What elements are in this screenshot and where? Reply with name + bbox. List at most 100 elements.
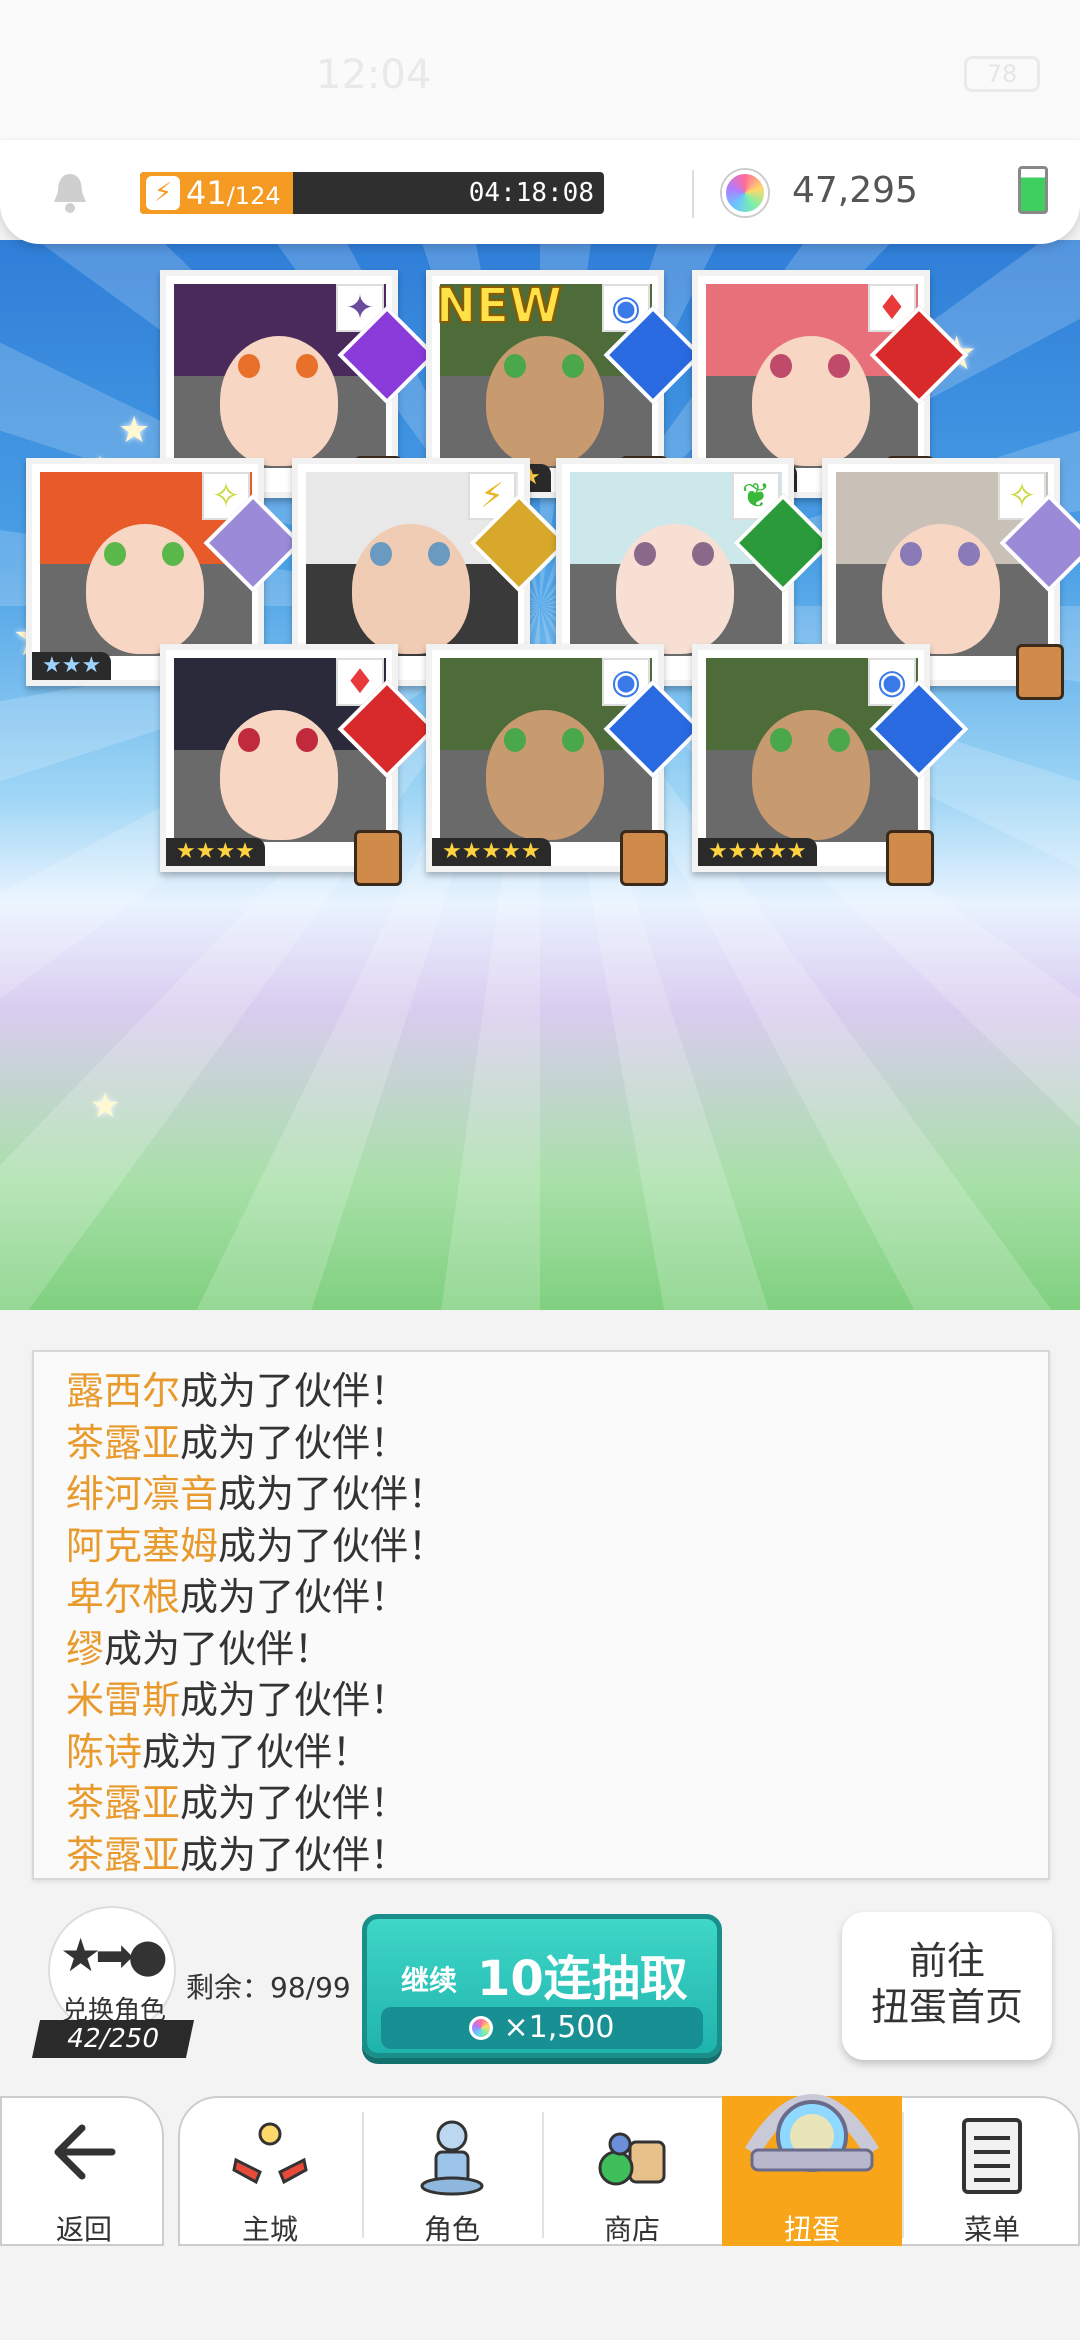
- character-name: 露西尔: [66, 1369, 181, 1413]
- character-name: 茶露亚: [66, 1832, 181, 1877]
- log-line: 露西尔成为了伙伴！: [66, 1366, 408, 1416]
- character-face: [486, 710, 604, 840]
- chibi-sprite-icon: [1016, 644, 1064, 700]
- character-name: 缪: [66, 1626, 105, 1671]
- character-eye: [562, 354, 584, 378]
- back-button[interactable]: 返回: [0, 2096, 164, 2246]
- character-card[interactable]: ♦★★★★: [160, 644, 437, 886]
- character-face: [220, 336, 338, 466]
- status-battery: 78: [964, 56, 1040, 92]
- battery-icon: [1018, 166, 1048, 214]
- character-face: [752, 710, 870, 840]
- star-icon: ★: [118, 410, 151, 451]
- tab-label: 扭蛋: [783, 2213, 840, 2246]
- go-home-line2: 扭蛋首页: [870, 1985, 1023, 2029]
- log-line: 缪成为了伙伴！: [66, 1624, 332, 1674]
- go-gacha-home-button[interactable]: 前往 扭蛋首页: [842, 1912, 1052, 2060]
- character-eye: [828, 354, 850, 378]
- rarity-stars: ★★★★★: [698, 838, 817, 866]
- exchange-character-button[interactable]: ★➡● 兑换角色: [48, 1906, 176, 2034]
- rarity-stars: ★★★★: [166, 838, 265, 866]
- tab-label: 角色: [423, 2213, 480, 2246]
- log-text: 成为了伙伴！: [104, 1626, 333, 1671]
- gem-icon: [722, 170, 768, 216]
- log-line: 茶露亚成为了伙伴！: [66, 1830, 408, 1879]
- continue-10-draw-button[interactable]: 继续 10连抽取 ×1,500: [362, 1914, 722, 2058]
- log-line: 陈诗成为了伙伴！: [66, 1727, 370, 1777]
- character-eye: [504, 728, 526, 752]
- log-text: 成为了伙伴！: [180, 1781, 409, 1825]
- log-text: 成为了伙伴！: [180, 1420, 409, 1465]
- character-face: [882, 524, 1000, 654]
- character-eye: [162, 542, 184, 566]
- character-eye: [504, 354, 526, 378]
- system-status-bar: 12:04 78: [0, 0, 1080, 140]
- character-name: 茶露亚: [66, 1781, 181, 1825]
- exchange-count: 42/250: [31, 2020, 195, 2058]
- divider: [692, 170, 694, 218]
- character-eye: [562, 728, 584, 752]
- character-eye: [770, 728, 792, 752]
- character-eye: [900, 542, 922, 566]
- star-to-person-icon: ★➡●: [60, 1928, 168, 1982]
- log-line: 茶露亚成为了伙伴！: [66, 1778, 408, 1828]
- draw-log-panel[interactable]: 露西尔成为了伙伴！ 茶露亚成为了伙伴！ 绯河凛音成为了伙伴！ 阿克塞姆成为了伙伴！ 卑尔…: [32, 1350, 1050, 1880]
- shop-bag-icon: [598, 2132, 666, 2186]
- continue-label: 继续: [401, 1964, 458, 1997]
- gem-icon: [469, 2016, 494, 2040]
- character-name: 绯河凛音: [66, 1472, 219, 1516]
- character-face: [616, 524, 734, 654]
- tab-main-city[interactable]: 主城: [180, 2096, 360, 2246]
- log-line: 卑尔根成为了伙伴！: [66, 1572, 408, 1622]
- character-eye: [370, 542, 392, 566]
- tab-characters[interactable]: 角色: [362, 2096, 542, 2246]
- tab-label: 商店: [603, 2213, 660, 2246]
- character-name: 陈诗: [66, 1729, 143, 1774]
- main-city-icon: [232, 2122, 308, 2185]
- rarity-stars: ★★★: [32, 652, 112, 680]
- rarity-stars: ★★★★★: [432, 838, 551, 866]
- menu-list-icon: [962, 2118, 1022, 2194]
- status-clock: 12:04: [316, 52, 432, 98]
- character-card[interactable]: ◉ ★★★★★: [692, 644, 969, 886]
- back-arrow-icon: [54, 2124, 116, 2180]
- character-face: [86, 524, 204, 654]
- log-text: 成为了伙伴！: [218, 1523, 447, 1568]
- log-text: 成为了伙伴！: [180, 1369, 409, 1413]
- stamina-current: 41: [186, 174, 227, 212]
- character-icon: [420, 2120, 484, 2196]
- character-eye: [770, 354, 792, 378]
- chibi-sprite-icon: [354, 830, 402, 886]
- bell-icon[interactable]: [50, 170, 90, 214]
- tab-menu[interactable]: 菜单: [902, 2096, 1080, 2246]
- log-line: 阿克塞姆成为了伙伴！: [66, 1521, 446, 1571]
- character-card[interactable]: ◉ ★★★★★: [426, 644, 703, 886]
- stamina-max: /124: [226, 182, 281, 210]
- character-eye: [104, 542, 126, 566]
- tab-gacha[interactable]: 扭蛋: [722, 2094, 902, 2246]
- tab-label: 菜单: [963, 2213, 1020, 2246]
- tab-label: 主城: [241, 2213, 298, 2246]
- character-eye: [238, 728, 260, 752]
- lightning-icon: ⚡: [146, 176, 180, 210]
- tab-shop[interactable]: 商店: [542, 2096, 722, 2246]
- log-line: 绯河凛音成为了伙伴！: [66, 1469, 446, 1519]
- character-eye: [428, 542, 450, 566]
- draw-cost: ×1,500: [381, 2007, 703, 2049]
- character-eye: [958, 542, 980, 566]
- chibi-sprite-icon: [620, 830, 668, 886]
- log-text: 成为了伙伴！: [218, 1472, 447, 1516]
- character-name: 卑尔根: [66, 1575, 181, 1619]
- character-eye: [828, 728, 850, 752]
- character-face: [752, 336, 870, 466]
- gem-count: 47,295: [792, 170, 918, 211]
- character-eye: [238, 354, 260, 378]
- character-name: 米雷斯: [66, 1678, 181, 1722]
- character-eye: [692, 542, 714, 566]
- log-line: 米雷斯成为了伙伴！: [66, 1675, 408, 1725]
- gacha-result-scene: ★ ★ ★ ★ ★ ★ ✦★★★◉★★★★★NEW♦★★★★✧★★★⚡★★★❦★…: [0, 240, 1080, 1310]
- stamina-bar: ⚡ 41/124 04:18:08: [140, 172, 604, 214]
- remaining-count: 剩余：98/99: [186, 1971, 351, 2004]
- character-face: [486, 336, 604, 466]
- star-icon: ★: [90, 1086, 121, 1126]
